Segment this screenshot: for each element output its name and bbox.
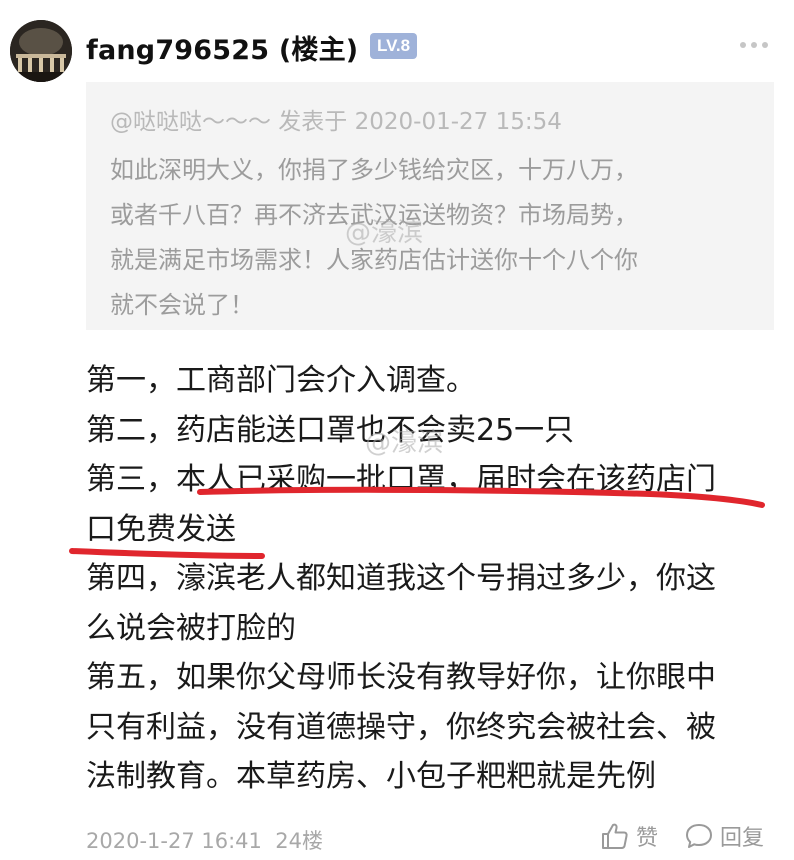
reply-label: 回复 [720, 826, 765, 851]
avatar[interactable] [10, 20, 72, 82]
body-line: 第三，本人已采购一批口罩，届时会在该药店门 [86, 462, 716, 497]
like-label: 赞 [636, 826, 659, 851]
timestamp: 2020-1-27 16:41 [86, 829, 262, 853]
body-line: 第五，如果你父母师长没有教导好你，让你眼中 [86, 660, 716, 695]
watermark: @濠滨 [345, 218, 424, 248]
level-badge: LV.8 [370, 33, 418, 59]
post-timestamp: 2020-1-27 16:41 24楼 [86, 825, 323, 855]
thumbs-up-icon [602, 823, 628, 849]
watermark: @濠滨 [365, 428, 444, 458]
more-dots-icon[interactable] [736, 32, 772, 58]
reply-button[interactable]: 回复 [684, 819, 764, 853]
quote-line: 就不会说了！ [110, 291, 254, 319]
body-line: 第四，濠滨老人都知道我这个号捐过多少，你这 [86, 561, 716, 596]
comment-bubble-icon [686, 824, 712, 848]
body-line: 只有利益，没有道德操守，你终究会被社会、被 [86, 709, 716, 745]
floor-number: 24楼 [275, 829, 323, 853]
like-button[interactable]: 赞 [600, 819, 658, 853]
body-line: 第一，工商部门会介入调查。 [86, 363, 476, 398]
quote-line: 就是满足市场需求！人家药店估计送你十个八个你 [110, 246, 638, 274]
quote-meta: @哒哒哒～～～ 发表于 2020-01-27 15:54 [110, 109, 562, 135]
body-line: 么说会被打脸的 [86, 610, 296, 646]
body-line: 法制教育。本草药房、小包子粑粑就是先例 [86, 759, 656, 794]
post-author-name[interactable]: fang796525 (楼主) [86, 28, 358, 67]
quote-text: 如此深明大义，你捐了多少钱给灾区，十万八万， 或者千八百？再不济去武汉运送物资？… [110, 148, 750, 328]
body-line: 口免费发送 [86, 511, 236, 547]
quoted-reply: @哒哒哒～～～ 发表于 2020-01-27 15:54 如此深明大义，你捐了多… [86, 82, 774, 330]
quote-line: 如此深明大义，你捐了多少钱给灾区，十万八万， [110, 156, 638, 184]
quote-line: 或者千八百？再不济去武汉运送物资？市场局势， [110, 201, 638, 229]
